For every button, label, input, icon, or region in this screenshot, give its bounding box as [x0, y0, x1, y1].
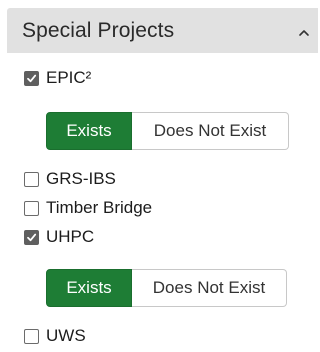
- option-grs-ibs[interactable]: GRS-IBS: [24, 168, 116, 190]
- uhpc-exists-button[interactable]: Exists: [46, 269, 132, 307]
- timber-bridge-checkbox[interactable]: [24, 200, 39, 216]
- epic2-label: EPIC²: [46, 68, 92, 87]
- option-timber-bridge[interactable]: Timber Bridge: [24, 197, 152, 219]
- epic2-does-not-exist-button[interactable]: Does Not Exist: [132, 112, 289, 150]
- epic2-exists-button[interactable]: Exists: [46, 112, 132, 150]
- panel-title: Special Projects: [22, 18, 175, 42]
- option-uhpc[interactable]: UHPC: [24, 226, 94, 248]
- uhpc-does-not-exist-button[interactable]: Does Not Exist: [132, 269, 287, 307]
- grs-ibs-checkbox[interactable]: [24, 171, 39, 187]
- chevron-up-icon[interactable]: [297, 25, 311, 36]
- panel-header[interactable]: Special Projects: [7, 8, 318, 53]
- uhpc-exists-toggle: Exists Does Not Exist: [46, 269, 287, 307]
- grs-ibs-label: GRS-IBS: [46, 169, 116, 188]
- uws-label: UWS: [46, 326, 86, 345]
- uhpc-label: UHPC: [46, 227, 95, 246]
- checkmark-icon: [27, 233, 37, 241]
- option-uws[interactable]: UWS: [24, 325, 86, 347]
- timber-bridge-label: Timber Bridge: [46, 198, 153, 217]
- option-epic2[interactable]: EPIC²: [24, 67, 91, 89]
- uws-checkbox[interactable]: [24, 328, 39, 344]
- uhpc-checkbox[interactable]: [24, 229, 39, 245]
- checkmark-icon: [27, 74, 37, 82]
- epic2-exists-toggle: Exists Does Not Exist: [46, 112, 289, 150]
- special-projects-panel: Special Projects EPIC² Exists Does Not E…: [0, 0, 320, 352]
- epic2-checkbox[interactable]: [24, 70, 39, 86]
